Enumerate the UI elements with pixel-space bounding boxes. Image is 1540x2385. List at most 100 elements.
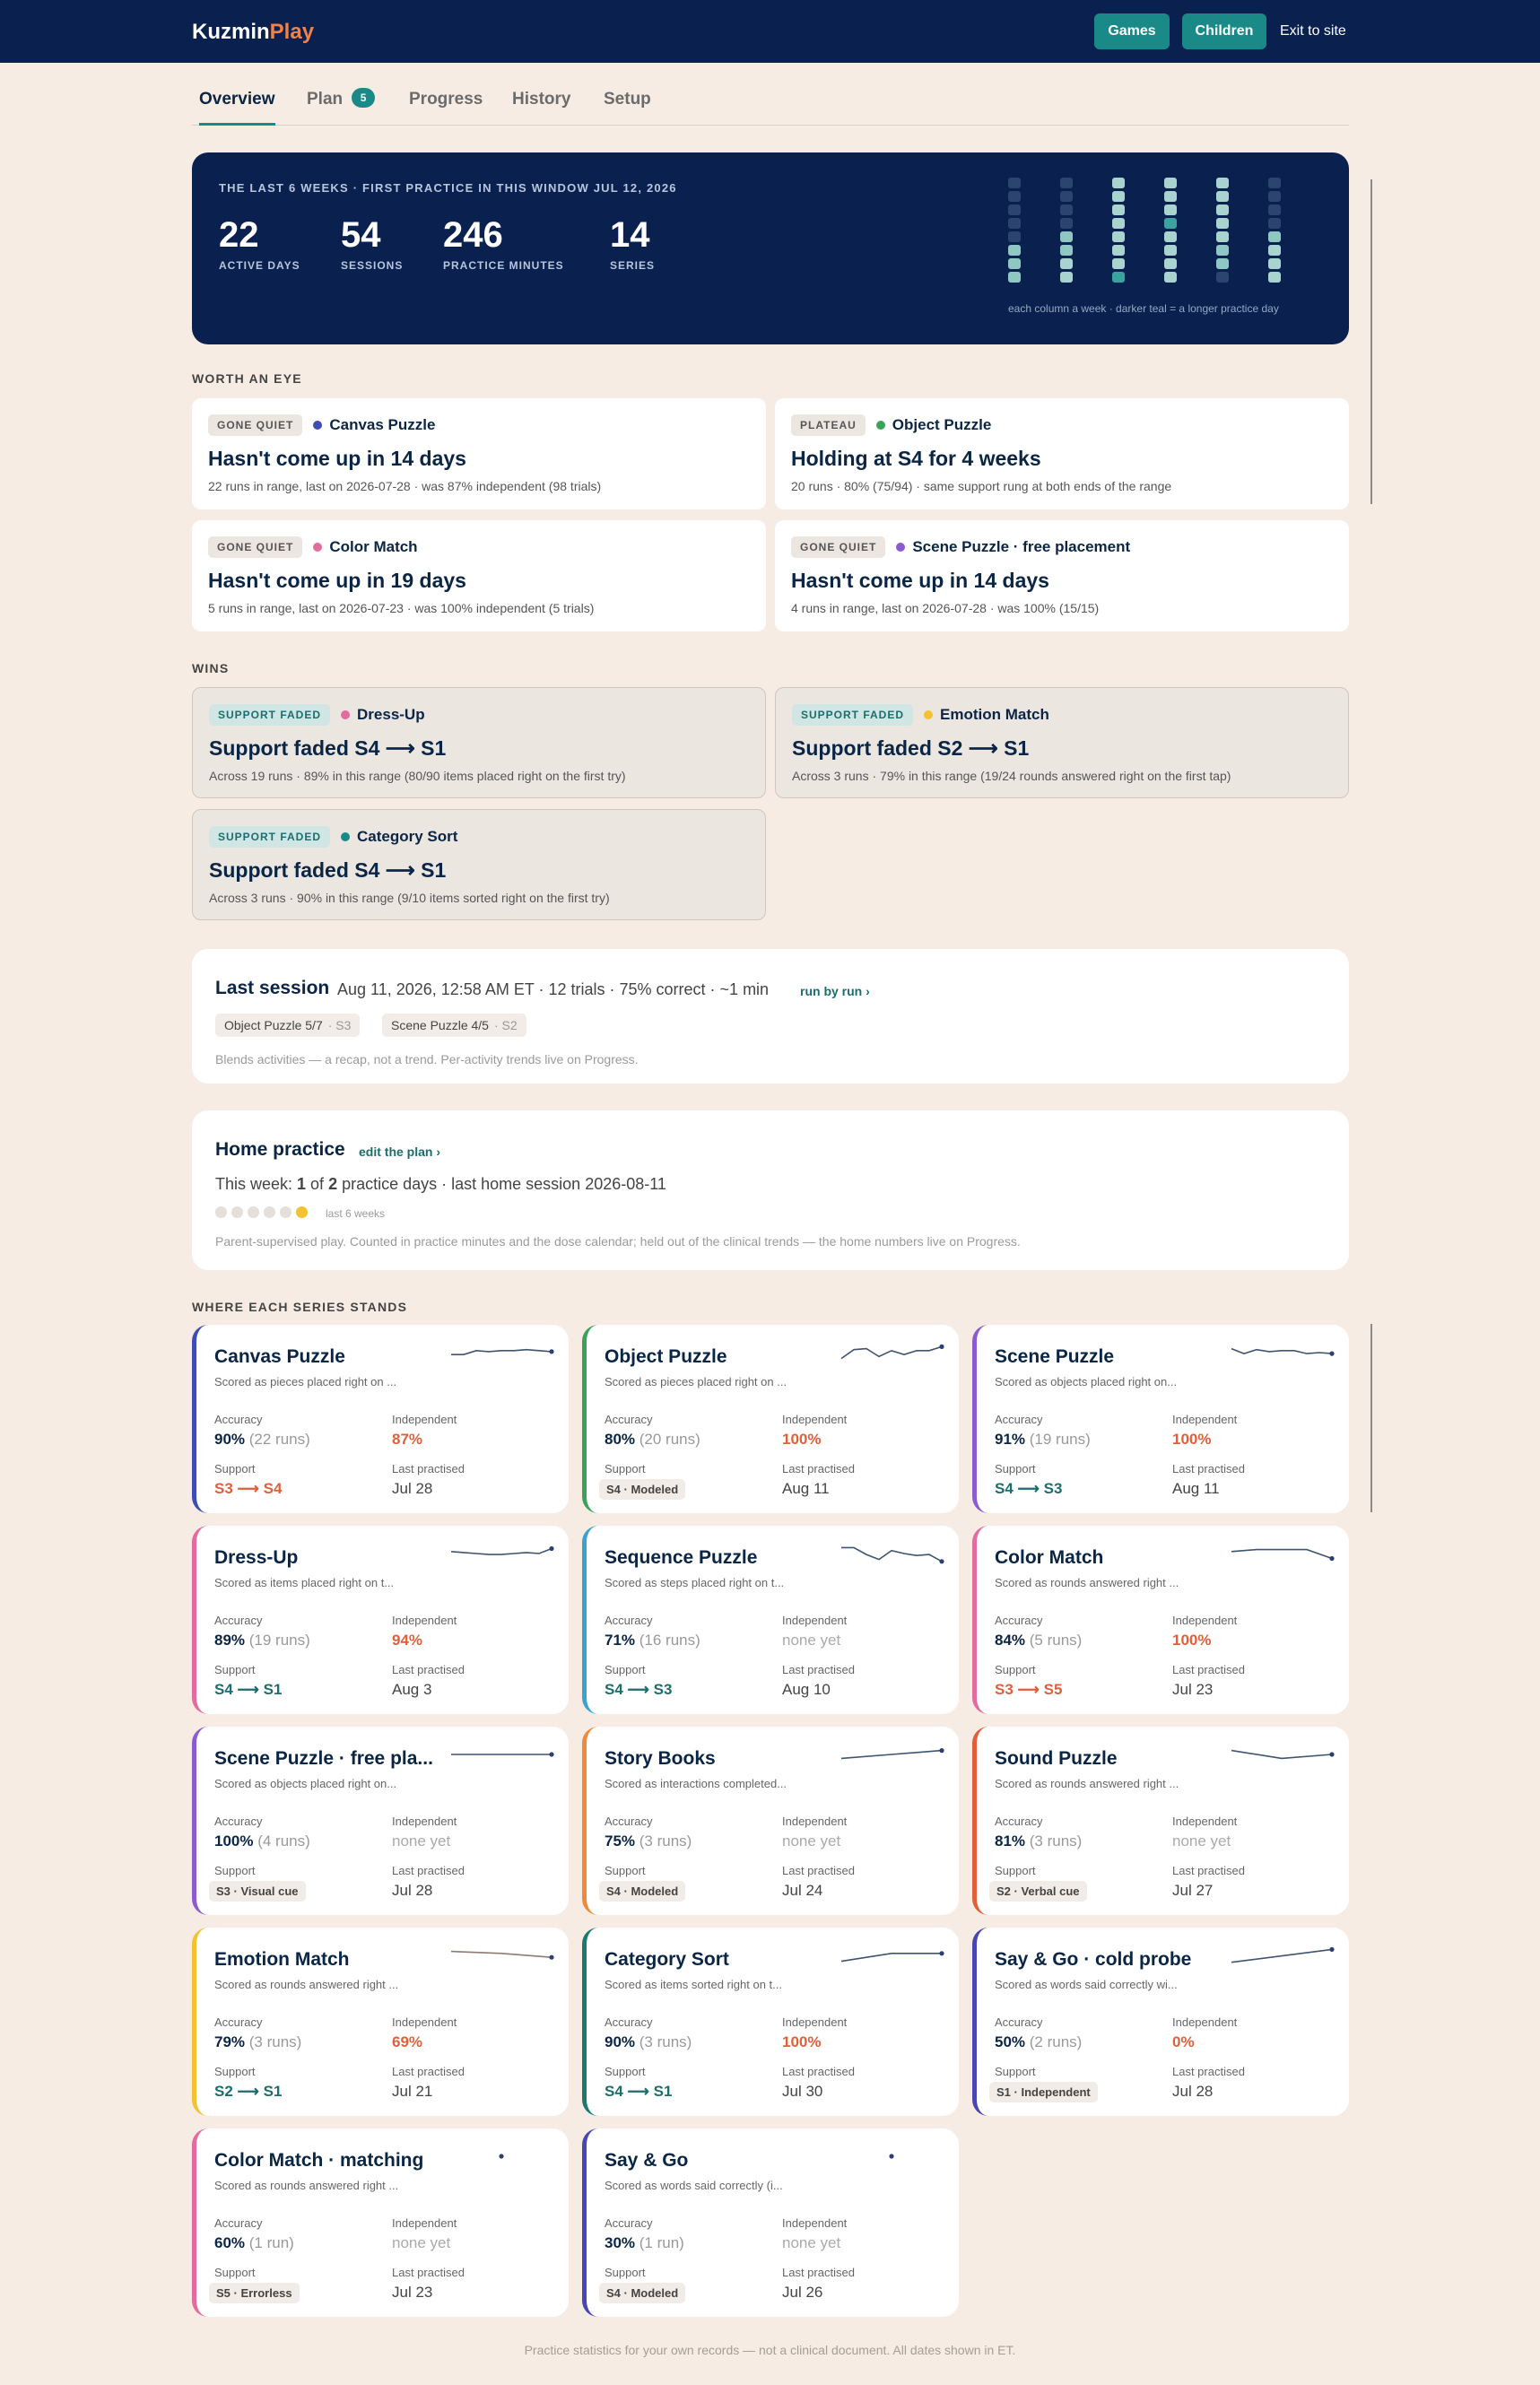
card-header: GONE QUIET Color Match [208, 536, 418, 558]
practice-day-cell [1060, 178, 1073, 188]
activity-name: Object Puzzle [892, 416, 992, 433]
series-card[interactable]: Emotion Match Scored as rounds answered r… [192, 1928, 569, 2116]
series-name: Object Puzzle [605, 1346, 727, 1367]
series-description: Scored as pieces placed right on ... [214, 1375, 397, 1388]
accuracy-percent: 50% [995, 2033, 1026, 2050]
tab-history[interactable]: History [512, 90, 570, 126]
sparkline-path [841, 1546, 943, 1562]
edit-plan-link[interactable]: edit the plan › [359, 1145, 440, 1159]
notice-card[interactable]: PLATEAU Object Puzzle Holding at S4 for 4 … [775, 398, 1349, 509]
series-card[interactable]: Color Match · matching Scored as rounds a… [192, 2128, 569, 2317]
independent-value: none yet [782, 2234, 841, 2251]
week-total: 2 [328, 1175, 338, 1193]
series-card[interactable]: Sound Puzzle Scored as rounds answered ri… [972, 1727, 1349, 1915]
series-card[interactable]: Scene Puzzle Scored as objects placed rig… [972, 1325, 1349, 1513]
weeks-label: last 6 weeks [326, 1207, 386, 1220]
sparkline-endpoint [1329, 1555, 1335, 1562]
card-header: GONE QUIET Scene Puzzle · free placement [791, 536, 1130, 558]
practice-day-cell [1268, 205, 1281, 215]
chip-label: Object Puzzle 5/7 [224, 1018, 323, 1032]
tab-plan[interactable]: Plan 5 [307, 88, 376, 126]
activity-name: Dress-Up [357, 706, 425, 723]
series-name: Emotion Match [214, 1949, 350, 1970]
independent-label: Independent [782, 2216, 848, 2230]
independent-label: Independent [392, 1413, 457, 1426]
series-card[interactable]: Canvas Puzzle Scored as pieces placed rig… [192, 1325, 569, 1513]
last-practised-label: Last practised [392, 1462, 465, 1475]
activity-name: Canvas Puzzle [329, 416, 436, 433]
stat-value: 22 [219, 215, 259, 255]
independent-label: Independent [1172, 1413, 1238, 1426]
run-count: (5 runs) [1029, 1632, 1083, 1649]
win-card[interactable]: SUPPORT FADED Dress-Up Support faded S4 ⟶ … [192, 687, 766, 798]
week-of: of [306, 1175, 329, 1193]
accuracy-label: Accuracy [995, 1614, 1043, 1627]
trend-sparkline [499, 2154, 504, 2159]
card-subtitle: 20 runs · 80% (75/94) · same support run… [791, 479, 1172, 493]
independent-label: Independent [392, 2015, 457, 2029]
home-week-dot [215, 1206, 227, 1218]
support-value: S2 ⟶ S1 [214, 2083, 283, 2100]
series-card[interactable]: Color Match Scored as rounds answered rig… [972, 1526, 1349, 1714]
notice-card[interactable]: GONE QUIET Scene Puzzle · free placement H… [775, 520, 1349, 631]
run-count: (2 runs) [1029, 2033, 1083, 2050]
accuracy-value: 81% (3 runs) [995, 1832, 1082, 1850]
last-session-meta: Aug 11, 2026, 12:58 AM ET · 12 trials · … [337, 980, 770, 998]
tab-overview[interactable]: Overview [199, 90, 275, 126]
notice-card[interactable]: GONE QUIET Canvas Puzzle Hasn't come up in… [192, 398, 766, 509]
sparkline-endpoint [939, 1559, 944, 1564]
series-card[interactable]: Say & Go Scored as words said correctly (… [582, 2128, 959, 2317]
week-column [1216, 178, 1231, 285]
games-button[interactable]: Games [1094, 13, 1170, 49]
notice-card[interactable]: GONE QUIET Color Match Hasn't come up in 1… [192, 520, 766, 631]
support-label: Support [995, 1663, 1036, 1676]
support-value: S2 · Verbal cue [989, 1881, 1087, 1902]
last-practised-label: Last practised [782, 2065, 855, 2078]
home-week-dot [280, 1206, 291, 1218]
scrollbar[interactable] [1370, 1324, 1372, 1512]
accuracy-value: 80% (20 runs) [605, 1431, 700, 1449]
activity-name: Emotion Match [940, 706, 1049, 723]
win-card[interactable]: SUPPORT FADED Emotion Match Support faded … [775, 687, 1349, 798]
brand-logo[interactable]: KuzminPlay [192, 20, 314, 45]
scrollbar[interactable] [1370, 179, 1372, 504]
run-by-run-link[interactable]: run by run › [800, 984, 870, 998]
series-card[interactable]: Say & Go · cold probe Scored as words sai… [972, 1928, 1349, 2116]
independent-value: 87% [392, 1431, 423, 1448]
tab-setup[interactable]: Setup [604, 90, 651, 126]
practice-day-cell [1060, 258, 1073, 269]
last-practised-value: Jul 28 [392, 1882, 433, 1899]
series-description: Scored as words said correctly wi... [995, 1978, 1178, 1991]
stat-sessions: 54 SESSIONS [341, 215, 403, 272]
series-card[interactable]: Scene Puzzle · free pla... Scored as obje… [192, 1727, 569, 1915]
series-card[interactable]: Object Puzzle Scored as pieces placed rig… [582, 1325, 959, 1513]
last-practised-label: Last practised [1172, 1663, 1245, 1676]
card-title: Hasn't come up in 19 days [208, 569, 466, 592]
tab-progress[interactable]: Progress [409, 90, 483, 126]
chip-label: Scene Puzzle 4/5 [391, 1018, 489, 1032]
series-card[interactable]: Category Sort Scored as items sorted righ… [582, 1928, 959, 2116]
home-practice-heading: Home practice [215, 1139, 345, 1160]
run-count: (3 runs) [639, 2033, 692, 2050]
win-card[interactable]: SUPPORT FADED Category Sort Support faded … [192, 809, 766, 920]
last-practised-label: Last practised [392, 1864, 465, 1877]
activity-name: Scene Puzzle · free placement [912, 538, 1131, 555]
series-card[interactable]: Story Books Scored as interactions comple… [582, 1727, 959, 1915]
series-card[interactable]: Sequence Puzzle Scored as steps placed ri… [582, 1526, 959, 1714]
series-name: Sequence Puzzle [605, 1547, 758, 1568]
practice-day-cell [1216, 205, 1229, 215]
series-card[interactable]: Dress-Up Scored as items placed right on … [192, 1526, 569, 1714]
sparkline-path [840, 1345, 943, 1360]
stat-practice-minutes: 246 PRACTICE MINUTES [443, 215, 564, 272]
support-label: Support [995, 2065, 1036, 2078]
children-button[interactable]: Children [1182, 13, 1266, 49]
week-suffix: practice days · last home session 2026-0… [337, 1175, 666, 1193]
activity-color-dot [313, 421, 323, 430]
run-count: (3 runs) [1029, 1832, 1083, 1850]
accuracy-value: 90% (3 runs) [605, 2033, 692, 2051]
week-column [1008, 178, 1022, 285]
exit-to-site-link[interactable]: Exit to site [1280, 13, 1346, 49]
practice-day-cell [1216, 191, 1229, 202]
home-week-dot [248, 1206, 259, 1218]
series-name: Canvas Puzzle [214, 1346, 345, 1367]
